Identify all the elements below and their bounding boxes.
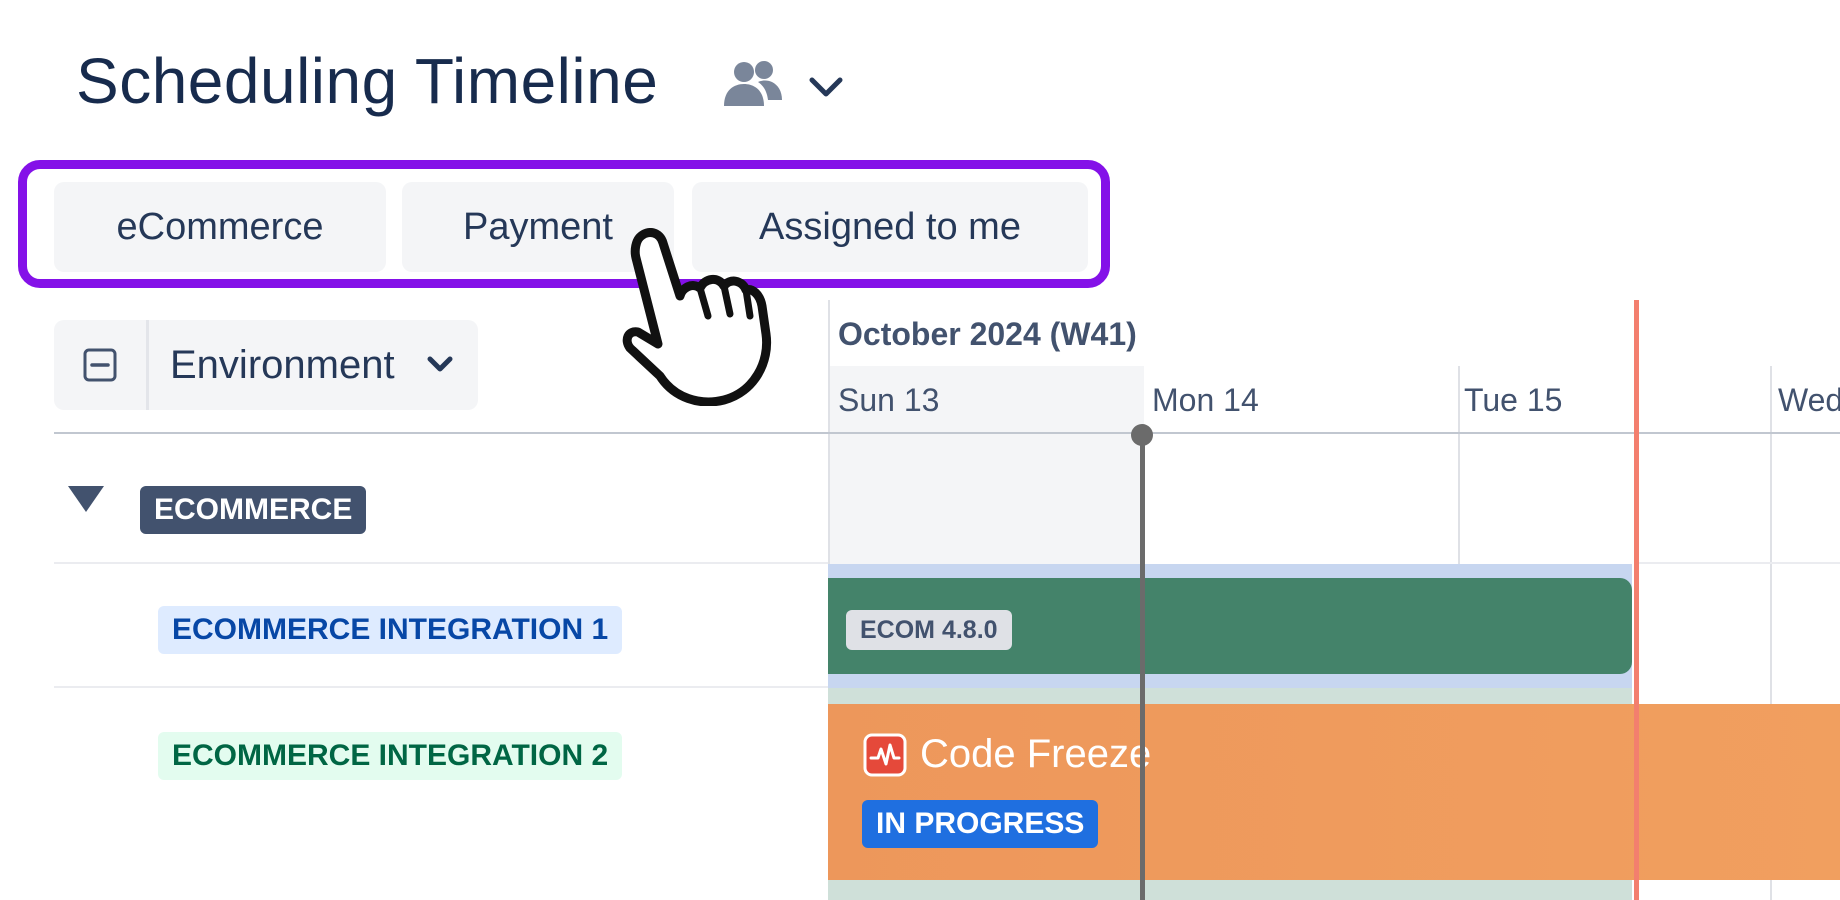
group-by-select[interactable]: Environment <box>150 320 478 410</box>
divider <box>146 320 149 410</box>
current-time-line <box>1634 300 1639 900</box>
today-marker-line[interactable] <box>1140 434 1145 900</box>
header-divider <box>54 432 1840 434</box>
row-divider <box>1638 562 1840 564</box>
collapse-all-button[interactable] <box>54 320 146 410</box>
environment-label[interactable]: ECOMMERCE INTEGRATION 2 <box>158 732 623 780</box>
quick-filter-ecommerce[interactable]: eCommerce <box>54 182 386 272</box>
collapse-triangle-icon[interactable] <box>66 482 106 516</box>
chevron-down-icon <box>427 356 453 372</box>
day-label-tue: Tue 15 <box>1464 382 1563 418</box>
chevron-down-icon[interactable] <box>806 72 846 102</box>
group-by-label: Environment <box>170 342 395 387</box>
environment-label[interactable]: ECOMMERCE INTEGRATION 1 <box>158 606 623 654</box>
day-label-sun: Sun 13 <box>838 382 940 418</box>
release-version-chip[interactable]: ECOM 4.8.0 <box>846 610 1012 650</box>
page-title: Scheduling Timeline <box>76 45 659 117</box>
event-title: Code Freeze <box>920 732 1152 776</box>
hand-pointer-icon <box>622 228 772 406</box>
day-label-wed: Wed <box>1778 382 1840 418</box>
timeline-period: October 2024 (W41) <box>838 316 1137 352</box>
today-marker-handle[interactable] <box>1131 424 1153 446</box>
status-badge: IN PROGRESS <box>862 800 1099 848</box>
people-icon[interactable] <box>722 58 784 110</box>
collapse-all-icon <box>83 348 117 382</box>
event-bar[interactable] <box>828 704 1840 880</box>
row-divider <box>54 686 828 688</box>
row-divider <box>54 562 828 564</box>
pulse-icon <box>863 733 907 777</box>
day-label-mon: Mon 14 <box>1152 382 1259 418</box>
group-label[interactable]: ECOMMERCE <box>140 486 367 534</box>
